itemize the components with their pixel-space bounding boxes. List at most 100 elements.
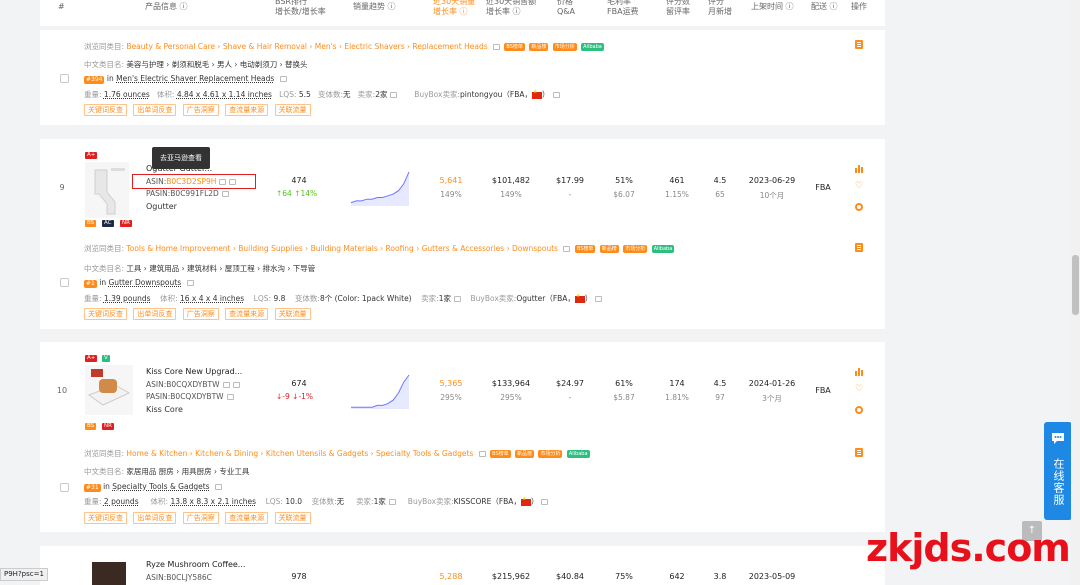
page-scrollbar[interactable] — [1071, 0, 1080, 585]
product-image[interactable] — [85, 162, 129, 218]
browse-path-link[interactable]: Home & Kitchen › Kitchen & Dining › Kitc… — [126, 449, 473, 458]
external-link-icon[interactable] — [214, 484, 222, 490]
alibaba-badge[interactable]: Alibaba — [651, 245, 675, 253]
external-link-icon[interactable] — [388, 499, 396, 505]
browse-path-link[interactable]: Beauty & Personal Care › Shave & Hair Re… — [126, 42, 487, 51]
col-sales[interactable]: 近30天销量 增长率 ⓘ — [433, 0, 475, 17]
chart-bars-icon[interactable] — [855, 368, 864, 376]
sales-trend-chart[interactable] — [350, 372, 410, 412]
revenue-value: $215,962 — [491, 572, 531, 581]
copy-icon[interactable] — [226, 394, 234, 400]
new-badge[interactable]: 新品榜 — [515, 450, 535, 458]
asin-line[interactable]: ASIN:B0CLJY586C — [146, 573, 212, 582]
new-badge[interactable]: 新品榜 — [529, 43, 549, 51]
external-link-icon[interactable] — [232, 382, 240, 388]
chart-bars-icon[interactable] — [855, 165, 864, 173]
external-link-icon[interactable] — [541, 499, 549, 505]
tag-ad-insight[interactable]: 广告洞察 — [182, 512, 219, 524]
calculator-icon[interactable] — [855, 40, 863, 49]
browse-path-link[interactable]: Tools & Home Improvement › Building Supp… — [126, 244, 558, 253]
col-ship[interactable]: 配送 ⓘ — [811, 2, 838, 12]
sales-trend-chart[interactable] — [350, 169, 410, 209]
bs-badge[interactable]: BS榜单 — [504, 43, 525, 51]
rank-category-link[interactable]: Specialty Tools & Gadgets — [112, 482, 209, 491]
aplus-badge: A+ — [85, 355, 98, 362]
col-revenue[interactable]: 近30天销售额 增长率 ⓘ — [486, 0, 536, 17]
ac-badge: AC — [102, 220, 114, 227]
tag-related-traffic[interactable]: 关联流量 — [274, 104, 311, 116]
external-link-icon[interactable] — [595, 296, 603, 302]
external-link-icon[interactable] — [552, 92, 560, 98]
tag-traffic-source[interactable]: 查流量来源 — [225, 512, 269, 524]
external-link-icon[interactable] — [493, 44, 501, 50]
tag-order-keyword[interactable]: 出单词反查 — [133, 104, 177, 116]
external-link-icon[interactable] — [186, 280, 194, 286]
col-date[interactable]: 上架时间 ⓘ — [751, 2, 794, 12]
tag-traffic-source[interactable]: 查流量来源 — [225, 104, 269, 116]
row-checkbox[interactable] — [60, 278, 69, 287]
margin-value: 51% — [615, 176, 633, 185]
product-title[interactable]: Kiss Core New Upgrad... — [146, 367, 242, 376]
tag-keyword-reverse[interactable]: 关键词反查 — [84, 512, 127, 524]
bs-badge[interactable]: BS榜单 — [574, 245, 596, 253]
tag-ad-insight[interactable]: 广告洞察 — [182, 308, 219, 320]
table-header: # 产品信息 ⓘ BSR排行 增长数/增长率 销量趋势 ⓘ 近30天销量 增长率… — [40, 0, 885, 26]
external-link-icon[interactable] — [453, 296, 461, 302]
external-link-icon[interactable] — [478, 451, 486, 457]
bs-badge[interactable]: BS榜单 — [490, 450, 511, 458]
rank-category-link[interactable]: Gutter Downspouts — [108, 278, 181, 287]
brand[interactable]: Ogutter — [146, 202, 177, 211]
product-title[interactable]: Ryze Mushroom Coffee... — [146, 560, 245, 569]
tag-related-traffic[interactable]: 关联流量 — [274, 512, 311, 524]
rank-category-link[interactable]: Men's Electric Shaver Replacement Heads — [116, 74, 274, 83]
copy-icon[interactable] — [222, 382, 230, 388]
col-rating[interactable]: 评分 月新增 — [708, 0, 732, 17]
market-badge[interactable]: 市场分析 — [623, 245, 648, 253]
tag-related-traffic[interactable]: 关联流量 — [274, 308, 311, 320]
col-ratings[interactable]: 评分数 留评率 — [666, 0, 690, 17]
col-price[interactable]: 价格 Q&A — [557, 0, 575, 17]
settings-circle-icon[interactable] — [855, 203, 863, 211]
revenue-rate: 295% — [500, 393, 522, 402]
brand[interactable]: Kiss Core — [146, 405, 183, 414]
copy-icon[interactable] — [221, 191, 229, 197]
row-checkbox[interactable] — [60, 483, 69, 492]
alibaba-badge[interactable]: Alibaba — [581, 43, 604, 51]
review-rate: 1.15% — [665, 190, 689, 199]
calculator-icon[interactable] — [855, 448, 863, 457]
heart-icon[interactable]: ♡ — [855, 385, 863, 394]
tag-keyword-reverse[interactable]: 关键词反查 — [84, 104, 127, 116]
new-badge[interactable]: 新品榜 — [599, 245, 619, 253]
col-product[interactable]: 产品信息 ⓘ — [145, 2, 188, 12]
tag-traffic-source[interactable]: 查流量来源 — [225, 308, 269, 320]
cn-category: 中文类目名: 家居用品 厨房 › 用具厨房 › 专业工具 — [84, 467, 250, 476]
external-link-icon[interactable] — [390, 92, 398, 98]
tag-keyword-reverse[interactable]: 关键词反查 — [84, 308, 127, 320]
bs-mini-badge: BS — [85, 423, 97, 430]
market-badge[interactable]: 市场分析 — [538, 450, 563, 458]
external-link-icon[interactable] — [279, 76, 287, 82]
revenue-rate: 149% — [500, 190, 522, 199]
tag-ad-insight[interactable]: 广告洞察 — [182, 104, 219, 116]
col-fba[interactable]: 毛利率 FBA运费 — [607, 0, 639, 17]
tag-order-keyword[interactable]: 出单词反查 — [133, 512, 177, 524]
online-service-button[interactable]: 在线客服 — [1044, 422, 1072, 520]
heart-icon[interactable]: ♡ — [855, 182, 863, 191]
pasin-line: PASIN:B0CQXDYBTW — [146, 392, 234, 401]
review-rate: 1.81% — [665, 393, 689, 402]
row-checkbox[interactable] — [60, 74, 69, 83]
settings-circle-icon[interactable] — [855, 406, 863, 414]
product-image[interactable] — [92, 562, 126, 585]
tag-order-keyword[interactable]: 出单词反查 — [133, 308, 177, 320]
col-bsr[interactable]: BSR排行 增长数/增长率 — [275, 0, 326, 17]
alibaba-badge[interactable]: Alibaba — [566, 450, 590, 458]
product-image[interactable] — [85, 365, 133, 415]
scrollbar-thumb[interactable] — [1072, 255, 1079, 315]
browse-category: 浏览同类目: Beauty & Personal Care › Shave & … — [84, 42, 604, 51]
calculator-icon[interactable] — [855, 243, 863, 252]
chat-icon — [1052, 433, 1064, 444]
market-badge[interactable]: 市场分析 — [552, 43, 577, 51]
ship-method: FBA — [815, 386, 831, 395]
external-link-icon[interactable] — [563, 246, 571, 252]
watermark: zkjds.com — [866, 526, 1071, 570]
